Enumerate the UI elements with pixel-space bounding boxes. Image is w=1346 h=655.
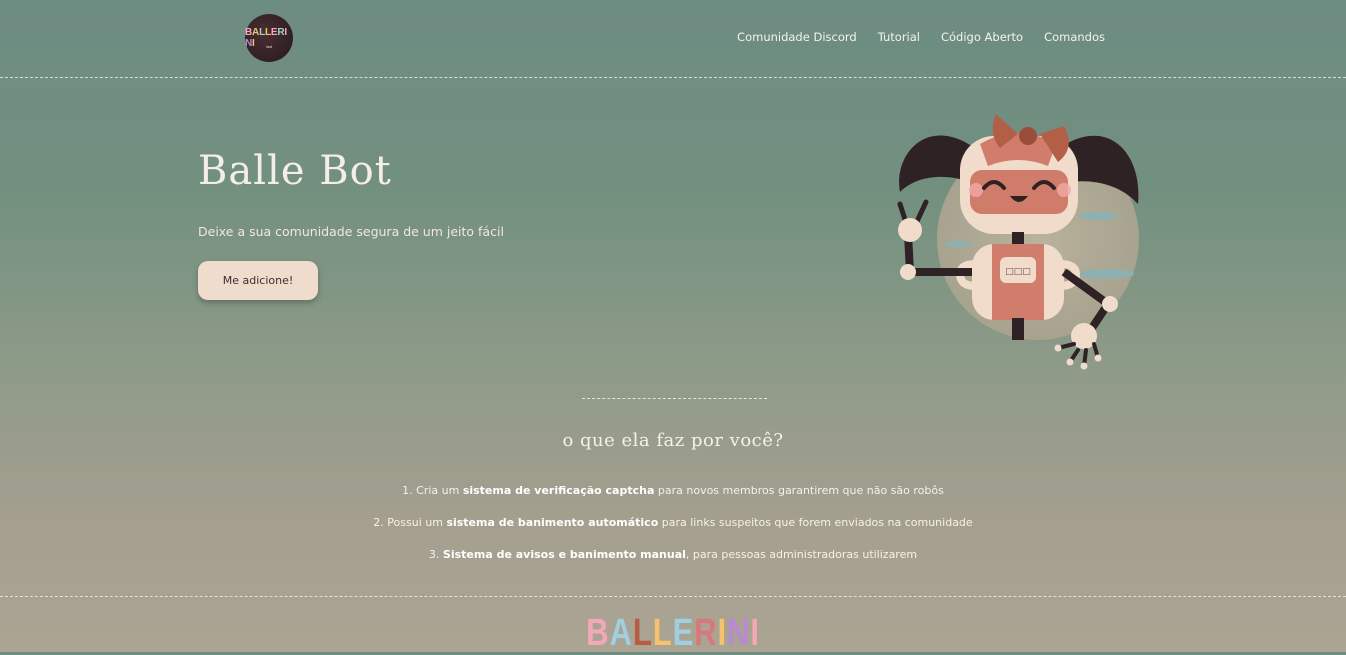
robot-visor [970,170,1068,214]
cloud-icon [1078,212,1118,220]
features-title: o que ela faz por você? [562,430,784,451]
feature-highlight: sistema de banimento automático [446,516,659,529]
robot-elbow-left [900,264,916,280]
robot-chest-buttons: □□□ [1005,267,1031,277]
footer-divider [0,596,1346,597]
nav-link-tutorial[interactable]: Tutorial [878,30,920,44]
logo-subtext: bot [266,44,272,49]
footer-logo-letter: N [726,612,751,654]
ballerini-logo[interactable]: BALLERINI bot [245,14,293,62]
footer-logo-letter: L [632,612,653,654]
feature-item-2: 2. Possui um sistema de banimento automá… [373,516,973,529]
logo-letter: A [252,27,260,38]
add-bot-button[interactable]: Me adicione! [198,261,318,300]
logo-letter: B [245,27,253,38]
main-nav: Comunidade Discord Tutorial Código Abert… [737,30,1105,44]
nav-link-comandos[interactable]: Comandos [1044,30,1105,44]
footer-logo-letter: I [717,612,727,654]
logo-letter: R [277,27,285,38]
footer-logo-letter: I [750,612,760,654]
feature-item-3: 3. Sistema de avisos e banimento manual,… [428,548,918,561]
footer-logo-letter: E [672,612,695,654]
cloud-icon [1078,269,1134,279]
cloud-icon [944,241,972,247]
footer-ballerini-logo: BALLERINI [121,612,1225,655]
hero-title: Balle Bot [198,148,392,194]
feature-item-1: 1. Cria um sistema de verificação captch… [402,484,944,497]
site-header: BALLERINI bot Comunidade Discord Tutoria… [0,0,1346,78]
robot-illustration: □□□ [897,114,1139,370]
logo-letter: I [284,27,288,38]
footer-logo-letter: A [609,612,633,654]
feature-highlight: Sistema de avisos e banimento manual [442,548,686,561]
section-divider [582,398,767,399]
footer-logo-letter: R [694,612,718,654]
hand-peace-icon [898,218,922,242]
feature-highlight: sistema de verificação captcha [462,484,655,497]
robot-elbow-right [1102,296,1118,312]
hero-subtitle: Deixe a sua comunidade segura de um jeit… [198,224,504,239]
bow-knot [1019,127,1037,145]
footer-logo-letter: B [586,612,610,654]
nav-link-codigo-aberto[interactable]: Código Aberto [941,30,1023,44]
nav-link-comunidade-discord[interactable]: Comunidade Discord [737,30,857,44]
footer-logo-letter: L [652,612,673,654]
